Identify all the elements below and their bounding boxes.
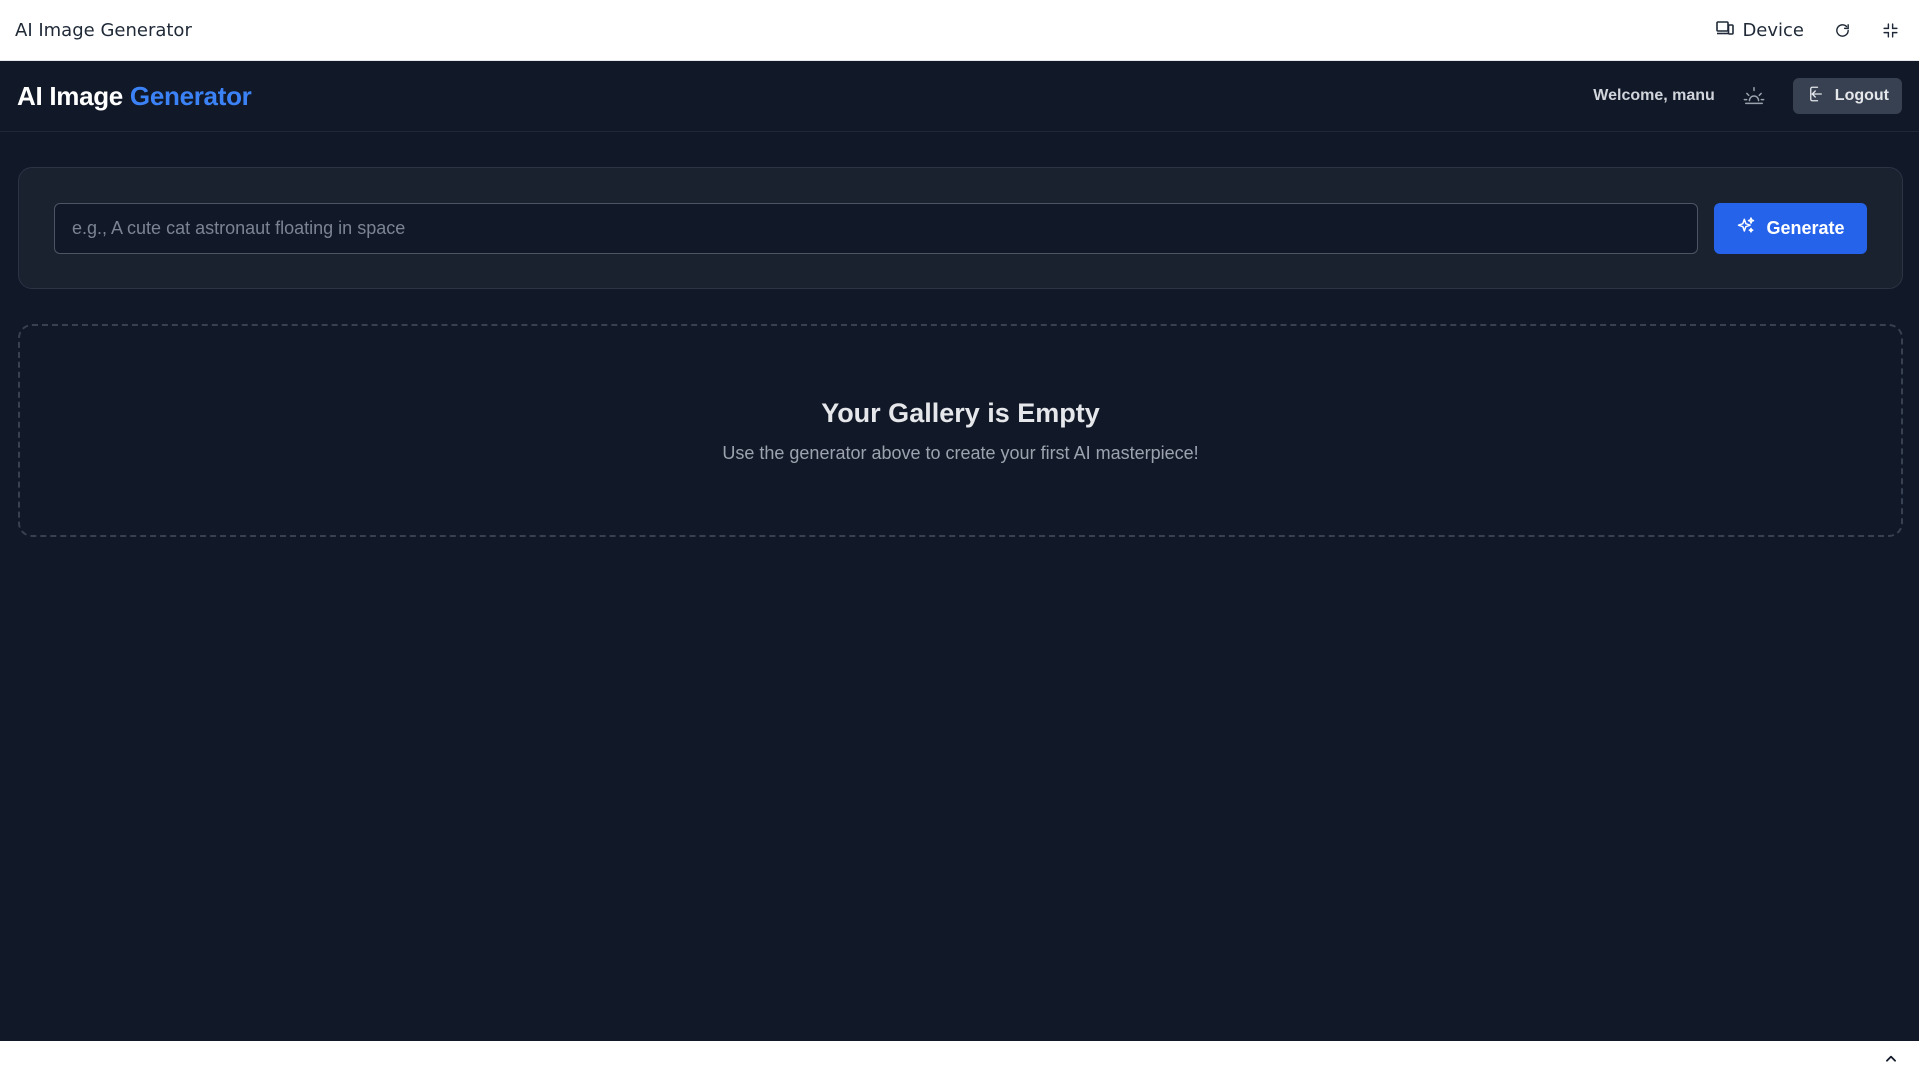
generator-card: Generate	[18, 167, 1903, 289]
logout-button[interactable]: Logout	[1792, 78, 1902, 114]
preview-actions: Device	[1716, 20, 1904, 41]
preview-title: AI Image Generator	[15, 19, 192, 41]
device-icon	[1716, 20, 1735, 41]
app-header: AI Image Generator Welcome, manu Logout	[0, 61, 1919, 132]
sparkles-icon	[1736, 216, 1756, 241]
brand-accent: Generator	[129, 80, 252, 111]
empty-gallery-title: Your Gallery is Empty	[821, 397, 1100, 428]
logout-icon	[1807, 85, 1825, 108]
brand-main: AI Image	[17, 80, 130, 111]
chevron-up-icon[interactable]	[1883, 1051, 1899, 1067]
fullscreen-icon[interactable]	[1880, 20, 1900, 40]
device-button[interactable]: Device	[1716, 20, 1804, 41]
refresh-icon[interactable]	[1832, 20, 1852, 40]
empty-gallery-subtitle: Use the generator above to create your f…	[722, 442, 1199, 463]
welcome-text: Welcome, manu	[1593, 87, 1715, 104]
device-label: Device	[1742, 19, 1804, 41]
preview-bottom-bar	[0, 1041, 1919, 1076]
app-container: AI Image Generator Welcome, manu Logout …	[0, 61, 1919, 1041]
prompt-input[interactable]	[54, 203, 1698, 254]
generate-label: Generate	[1766, 218, 1845, 238]
app-brand: AI Image Generator	[17, 80, 252, 112]
empty-gallery: Your Gallery is Empty Use the generator …	[18, 324, 1903, 537]
header-actions: Welcome, manu Logout	[1593, 78, 1902, 114]
logout-label: Logout	[1834, 87, 1889, 104]
theme-toggle-icon[interactable]	[1741, 83, 1767, 109]
generate-button[interactable]: Generate	[1714, 203, 1867, 254]
preview-top-bar: AI Image Generator Device	[0, 0, 1919, 61]
